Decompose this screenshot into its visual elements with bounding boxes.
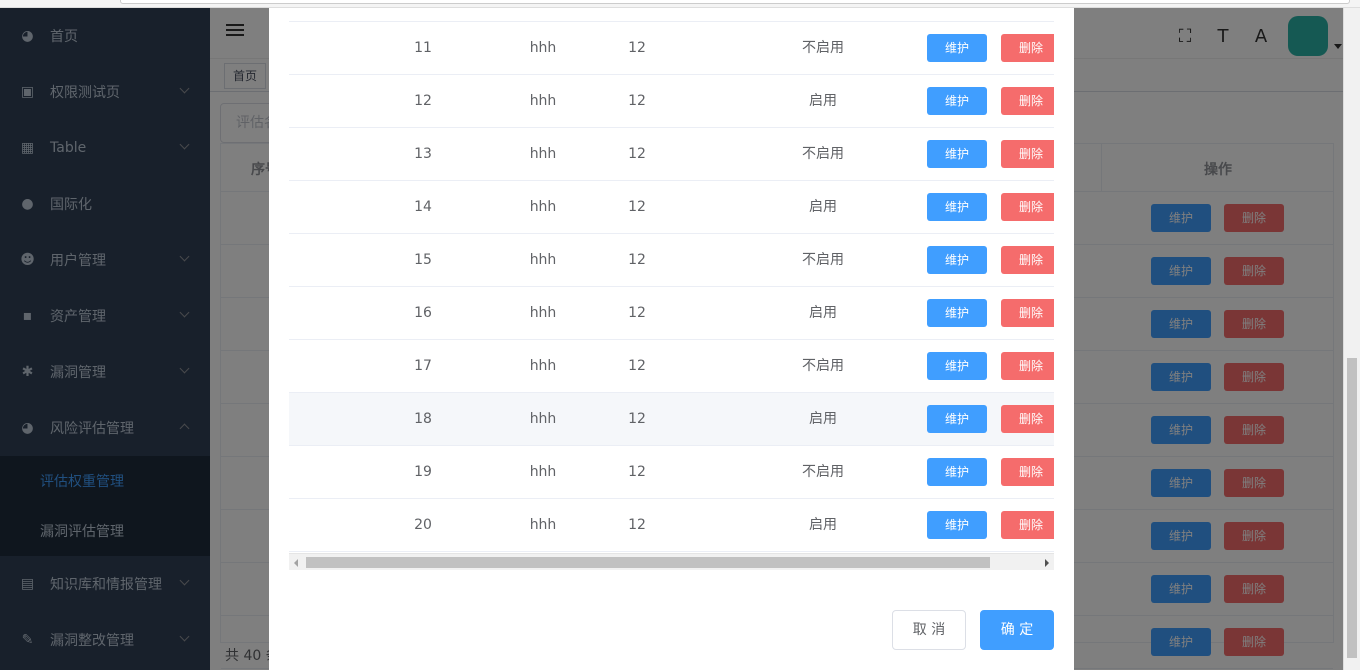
- table-row: 11 hhh 12 不启用 维护 删除: [289, 22, 1054, 75]
- horizontal-scrollbar[interactable]: [289, 553, 1054, 570]
- cell-value: 12: [628, 146, 646, 162]
- cell-value: 12: [628, 40, 646, 56]
- cell-value: 12: [628, 252, 646, 268]
- cell-name: hhh: [529, 358, 557, 374]
- delete-button[interactable]: 删除: [1001, 352, 1054, 380]
- delete-button[interactable]: 删除: [1001, 193, 1054, 221]
- cell-status: 启用: [809, 93, 837, 109]
- cell-id: 16: [414, 305, 432, 321]
- cell-name: hhh: [529, 517, 557, 533]
- cell-value: 12: [628, 517, 646, 533]
- maintain-button[interactable]: 维护: [927, 405, 987, 433]
- cell-id: 17: [414, 358, 432, 374]
- cell-name: hhh: [529, 464, 557, 480]
- cell-status: 不启用: [802, 252, 844, 268]
- confirm-button[interactable]: 确 定: [980, 610, 1054, 650]
- table-row: 15 hhh 12 不启用 维护 删除: [289, 234, 1054, 287]
- cell-status: 启用: [809, 199, 837, 215]
- cell-status: 启用: [809, 411, 837, 427]
- delete-button[interactable]: 删除: [1001, 299, 1054, 327]
- maintain-button[interactable]: 维护: [927, 299, 987, 327]
- cell-value: 12: [628, 411, 646, 427]
- cell-value: 12: [628, 358, 646, 374]
- maintain-button[interactable]: 维护: [927, 140, 987, 168]
- cell-id: 14: [414, 199, 432, 215]
- cell-name: hhh: [529, 199, 557, 215]
- delete-button[interactable]: 删除: [1001, 140, 1054, 168]
- maintain-button[interactable]: 维护: [927, 352, 987, 380]
- cell-name: hhh: [529, 146, 557, 162]
- scroll-left-icon[interactable]: [294, 559, 298, 567]
- cell-status: 启用: [809, 305, 837, 321]
- table-row: 12 hhh 12 启用 维护 删除: [289, 75, 1054, 128]
- address-bar[interactable]: [120, 0, 1350, 4]
- browser-top-strip: [0, 0, 1360, 8]
- cell-name: hhh: [529, 40, 557, 56]
- table-row: 维护 删除: [289, 8, 1054, 22]
- delete-button[interactable]: 删除: [1001, 246, 1054, 274]
- cell-id: 20: [414, 517, 432, 533]
- delete-button[interactable]: 删除: [1001, 34, 1054, 62]
- cell-id: 19: [414, 464, 432, 480]
- cell-status: 不启用: [802, 146, 844, 162]
- maintain-button[interactable]: 维护: [927, 246, 987, 274]
- table-row: 17 hhh 12 不启用 维护 删除: [289, 340, 1054, 393]
- table-row: 20 hhh 12 启用 维护 删除: [289, 499, 1054, 552]
- cell-status: 不启用: [802, 40, 844, 56]
- maintain-button[interactable]: 维护: [927, 193, 987, 221]
- cell-value: 12: [628, 464, 646, 480]
- table-row: 19 hhh 12 不启用 维护 删除: [289, 446, 1054, 499]
- cell-status: 启用: [809, 517, 837, 533]
- cell-id: 12: [414, 93, 432, 109]
- scroll-right-icon[interactable]: [1045, 559, 1049, 567]
- cell-status: 不启用: [802, 358, 844, 374]
- cell-name: hhh: [529, 305, 557, 321]
- cell-name: hhh: [529, 411, 557, 427]
- cell-name: hhh: [529, 93, 557, 109]
- dialog: 维护 删除 11hhh12不启用维护删除12hhh12启用维护删除13hhh12…: [269, 8, 1074, 670]
- delete-button[interactable]: 删除: [1001, 405, 1054, 433]
- delete-button[interactable]: 删除: [1001, 511, 1054, 539]
- maintain-button[interactable]: 维护: [927, 87, 987, 115]
- horizontal-scrollbar-thumb[interactable]: [306, 557, 990, 568]
- cell-status: 不启用: [802, 464, 844, 480]
- table-row: 16 hhh 12 启用 维护 删除: [289, 287, 1054, 340]
- cell-id: 13: [414, 146, 432, 162]
- table-row: 13 hhh 12 不启用 维护 删除: [289, 128, 1054, 181]
- cell-value: 12: [628, 93, 646, 109]
- dialog-table: 维护 删除 11hhh12不启用维护删除12hhh12启用维护删除13hhh12…: [289, 8, 1054, 553]
- maintain-button[interactable]: 维护: [927, 511, 987, 539]
- page-scrollbar[interactable]: [1343, 8, 1360, 670]
- cell-id: 15: [414, 252, 432, 268]
- page-scrollbar-thumb[interactable]: [1347, 358, 1357, 658]
- delete-button[interactable]: 删除: [1001, 87, 1054, 115]
- delete-button[interactable]: 删除: [1001, 458, 1054, 486]
- cell-value: 12: [628, 305, 646, 321]
- cancel-button[interactable]: 取 消: [892, 610, 966, 650]
- maintain-button[interactable]: 维护: [927, 458, 987, 486]
- table-row: 14 hhh 12 启用 维护 删除: [289, 181, 1054, 234]
- cell-id: 11: [414, 40, 432, 56]
- maintain-button[interactable]: 维护: [927, 34, 987, 62]
- cell-name: hhh: [529, 252, 557, 268]
- table-row: 18 hhh 12 启用 维护 删除: [289, 393, 1054, 446]
- cell-value: 12: [628, 199, 646, 215]
- cell-id: 18: [414, 411, 432, 427]
